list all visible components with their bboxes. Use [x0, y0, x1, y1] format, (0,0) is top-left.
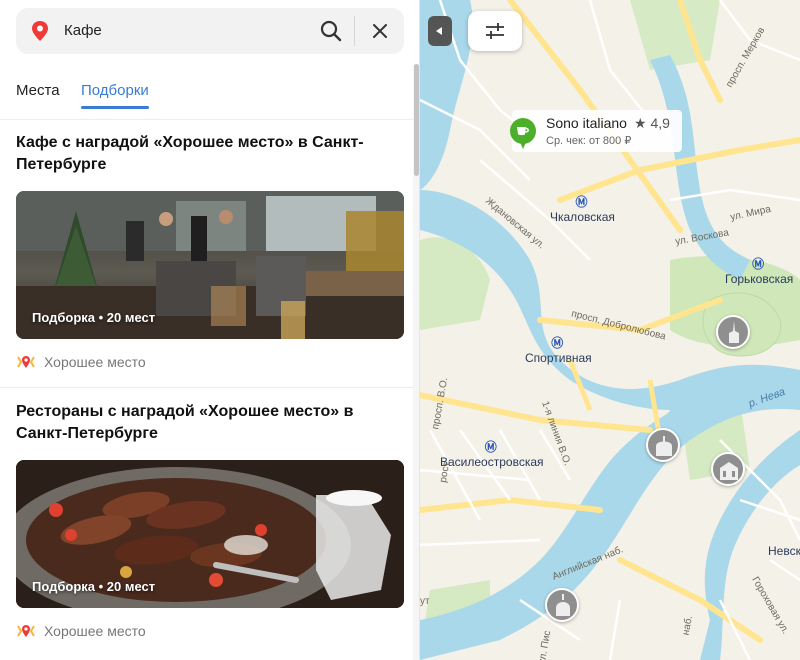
award-label: Хорошее место [44, 623, 146, 639]
search-divider [354, 16, 355, 46]
metro-chkalovskaya[interactable]: Ⓜ Чкаловская [550, 193, 615, 224]
street-label: ут [420, 596, 430, 607]
landmark-cathedral-icon[interactable] [716, 315, 750, 349]
search-icon[interactable] [320, 20, 342, 42]
award-icon [17, 356, 35, 368]
metro-icon: Ⓜ [575, 195, 588, 209]
metro-label: Спортивная [525, 351, 592, 365]
metro-label: Горьковская [725, 272, 794, 286]
active-tab-indicator [81, 106, 149, 109]
landmark-palace-icon[interactable] [711, 452, 745, 486]
cafe-cup-icon [510, 118, 536, 149]
scrollbar-thumb[interactable] [414, 64, 419, 176]
poi-marker-sono-italiano[interactable]: Sono italiano ★ 4,9 Ср. чек: от 800 ₽ [510, 110, 682, 152]
collapse-panel-button[interactable] [428, 16, 452, 46]
award-icon [17, 625, 35, 637]
filter-button[interactable] [468, 11, 522, 51]
metro-label: Чкаловская [550, 210, 615, 224]
collection-caption: Подборка • 20 мест [32, 310, 156, 325]
collection-image[interactable]: Подборка • 20 мест [16, 191, 404, 339]
search-bar[interactable]: Кафе [16, 8, 404, 54]
map-pin-icon [32, 21, 48, 41]
tab-collections[interactable]: Подборки [81, 82, 149, 99]
search-input[interactable]: Кафе [64, 22, 102, 39]
metro-nevsky[interactable]: Невск [768, 544, 800, 558]
collection-image[interactable]: Подборка • 20 мест [16, 460, 404, 608]
collection-caption: Подборка • 20 мест [32, 579, 156, 594]
map-view[interactable]: Sono italiano ★ 4,9 Ср. чек: от 800 ₽ Ⓜ … [420, 0, 800, 660]
metro-gorkovskaya[interactable]: Ⓜ Горьковская [725, 255, 793, 286]
metro-vasileostrovskaya[interactable]: Ⓜ Василеостровская [440, 438, 544, 469]
collection-title[interactable]: Кафе с наградой «Хорошее место» в Санкт-… [16, 132, 396, 176]
award-badge: Хорошее место [16, 622, 146, 640]
award-label: Хорошее место [44, 354, 146, 370]
metro-sportivnaya[interactable]: Ⓜ Спортивная [525, 334, 592, 365]
award-badge: Хорошее место [16, 353, 146, 371]
poi-rating: ★ 4,9 [634, 115, 670, 131]
landmark-building-icon[interactable] [646, 428, 680, 462]
tab-places[interactable]: Места [16, 82, 60, 99]
card-divider [0, 387, 414, 388]
poi-average-check: Ср. чек: от 800 ₽ [546, 135, 632, 147]
filter-sliders-icon [486, 23, 504, 39]
collection-title[interactable]: Рестораны с наградой «Хорошее место» в С… [16, 401, 396, 445]
metro-icon: Ⓜ [752, 257, 765, 271]
metro-label: Василеостровская [440, 455, 544, 469]
metro-icon: Ⓜ [484, 440, 497, 454]
close-icon[interactable] [370, 21, 390, 41]
metro-icon: Ⓜ [551, 336, 564, 350]
landmark-dome-icon[interactable] [545, 588, 579, 622]
search-results-panel: Кафе Места Подборки Кафе с наградой «Хор… [0, 0, 420, 660]
poi-name[interactable]: Sono italiano [546, 115, 627, 131]
metro-label: Невск [768, 544, 800, 558]
tabs-divider [0, 119, 414, 120]
